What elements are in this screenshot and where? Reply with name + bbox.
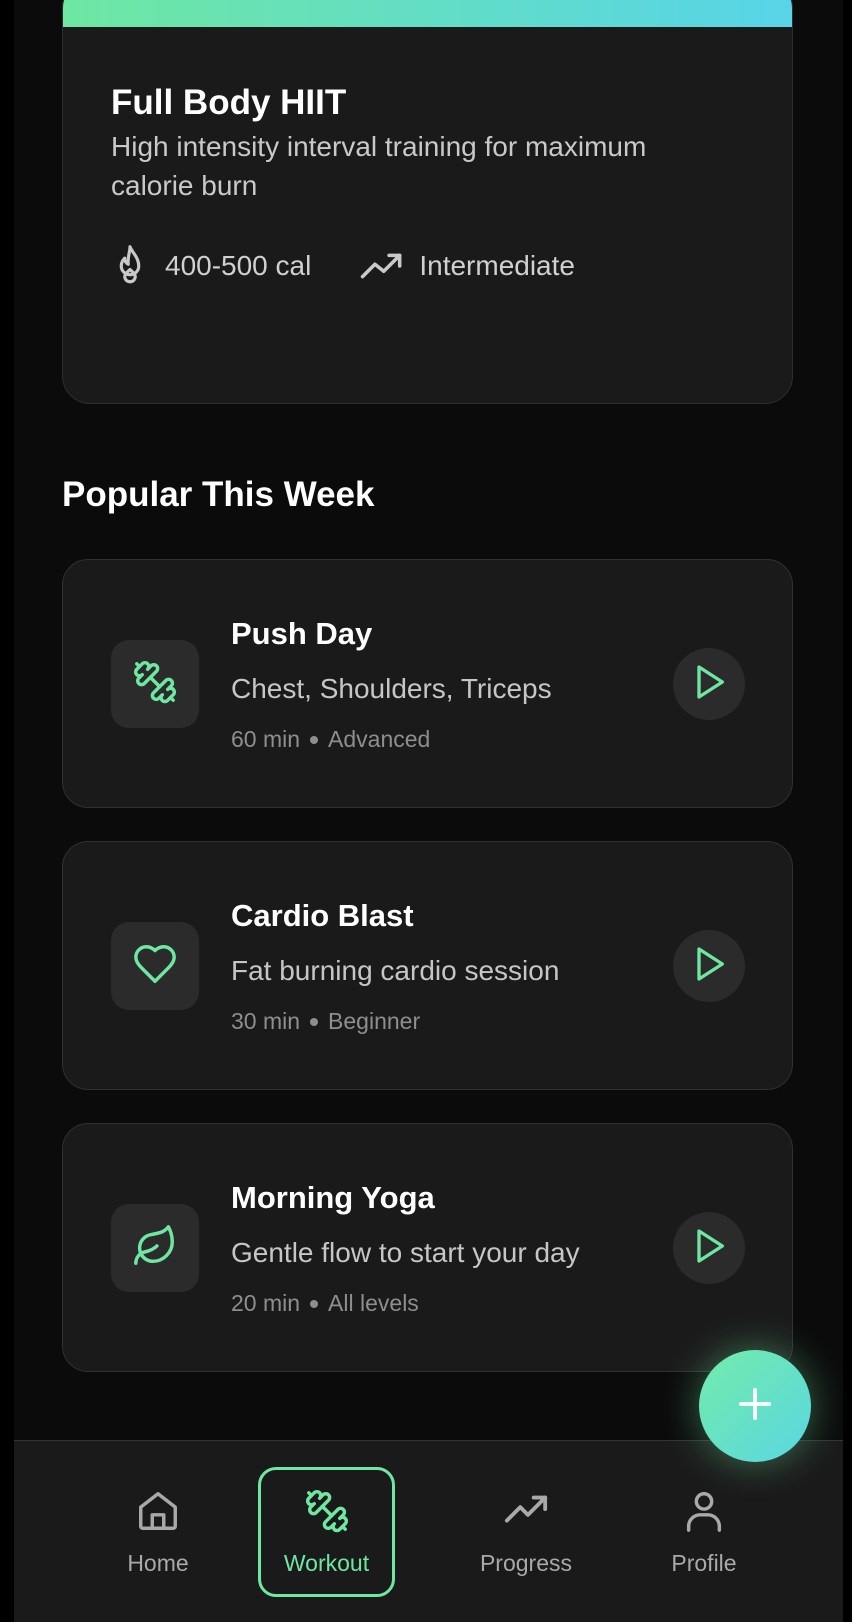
featured-description: High intensity interval training for max…	[111, 131, 647, 201]
workout-title: Morning Yoga	[231, 1180, 435, 1215]
dumbbell-icon	[132, 659, 178, 710]
home-icon	[135, 1488, 181, 1540]
workout-level: All levels	[328, 1290, 419, 1316]
workout-card-push-day[interactable]: Push Day Chest, Shoulders, Triceps 60 mi…	[62, 559, 793, 808]
workout-meta: 20 min All levels	[231, 1290, 419, 1317]
trending-up-icon	[359, 250, 405, 282]
featured-meta: 400-500 cal Intermediate	[109, 243, 575, 289]
workout-subtitle: Fat burning cardio session	[231, 955, 560, 986]
nav-item-workout[interactable]: Workout	[258, 1467, 395, 1597]
separator-dot	[310, 735, 319, 744]
flame-icon	[109, 243, 151, 289]
workout-icon-box	[111, 1204, 199, 1292]
workout-duration: 30 min	[231, 1008, 301, 1034]
separator-dot	[310, 1299, 319, 1308]
workout-level: Advanced	[328, 726, 431, 752]
featured-title: Full Body HIIT	[111, 83, 347, 122]
nav-item-home[interactable]: Home	[96, 1467, 220, 1597]
section-title-popular: Popular This Week	[62, 475, 375, 514]
play-button[interactable]	[673, 1212, 745, 1284]
trending-up-icon	[503, 1488, 549, 1540]
leaf-icon	[132, 1223, 178, 1274]
featured-workout-card[interactable]: Full Body HIIT High intensity interval t…	[62, 0, 793, 404]
workout-meta: 30 min Beginner	[231, 1008, 420, 1035]
level-info: Intermediate	[359, 250, 575, 282]
workout-subtitle: Chest, Shoulders, Triceps	[231, 673, 552, 704]
plus-icon	[736, 1385, 774, 1428]
heart-icon	[132, 941, 178, 992]
separator-dot	[310, 1017, 319, 1026]
workout-duration: 60 min	[231, 726, 301, 752]
add-workout-fab[interactable]	[699, 1350, 811, 1462]
nav-label: Progress	[479, 1549, 573, 1576]
level-label: Intermediate	[419, 250, 575, 281]
play-button[interactable]	[673, 648, 745, 720]
app-screen: Full Body HIIT High intensity interval t…	[14, 0, 843, 1622]
nav-label: Profile	[671, 1549, 737, 1576]
workout-duration: 20 min	[231, 1290, 301, 1316]
workout-subtitle: Gentle flow to start your day	[231, 1237, 580, 1268]
nav-item-profile[interactable]: Profile	[644, 1467, 764, 1597]
user-icon	[681, 1488, 727, 1540]
play-icon	[689, 944, 729, 989]
nav-item-progress[interactable]: Progress	[454, 1467, 598, 1597]
workout-card-morning-yoga[interactable]: Morning Yoga Gentle flow to start your d…	[62, 1123, 793, 1372]
play-icon	[689, 662, 729, 707]
workout-title: Cardio Blast	[231, 898, 414, 933]
featured-banner	[63, 0, 792, 27]
calories-info: 400-500 cal	[109, 243, 311, 289]
calories-label: 400-500 cal	[165, 250, 312, 281]
workout-level: Beginner	[328, 1008, 421, 1034]
workout-card-cardio-blast[interactable]: Cardio Blast Fat burning cardio session …	[62, 841, 793, 1090]
nav-label: Home	[127, 1549, 189, 1576]
workout-meta: 60 min Advanced	[231, 726, 430, 753]
workout-icon-box	[111, 922, 199, 1010]
nav-label: Workout	[283, 1549, 370, 1576]
dumbbell-icon	[304, 1488, 350, 1540]
workout-title: Push Day	[231, 616, 373, 651]
bottom-nav: Home Workout Progress Profile	[14, 1440, 843, 1622]
play-icon	[689, 1226, 729, 1271]
workout-icon-box	[111, 640, 199, 728]
play-button[interactable]	[673, 930, 745, 1002]
